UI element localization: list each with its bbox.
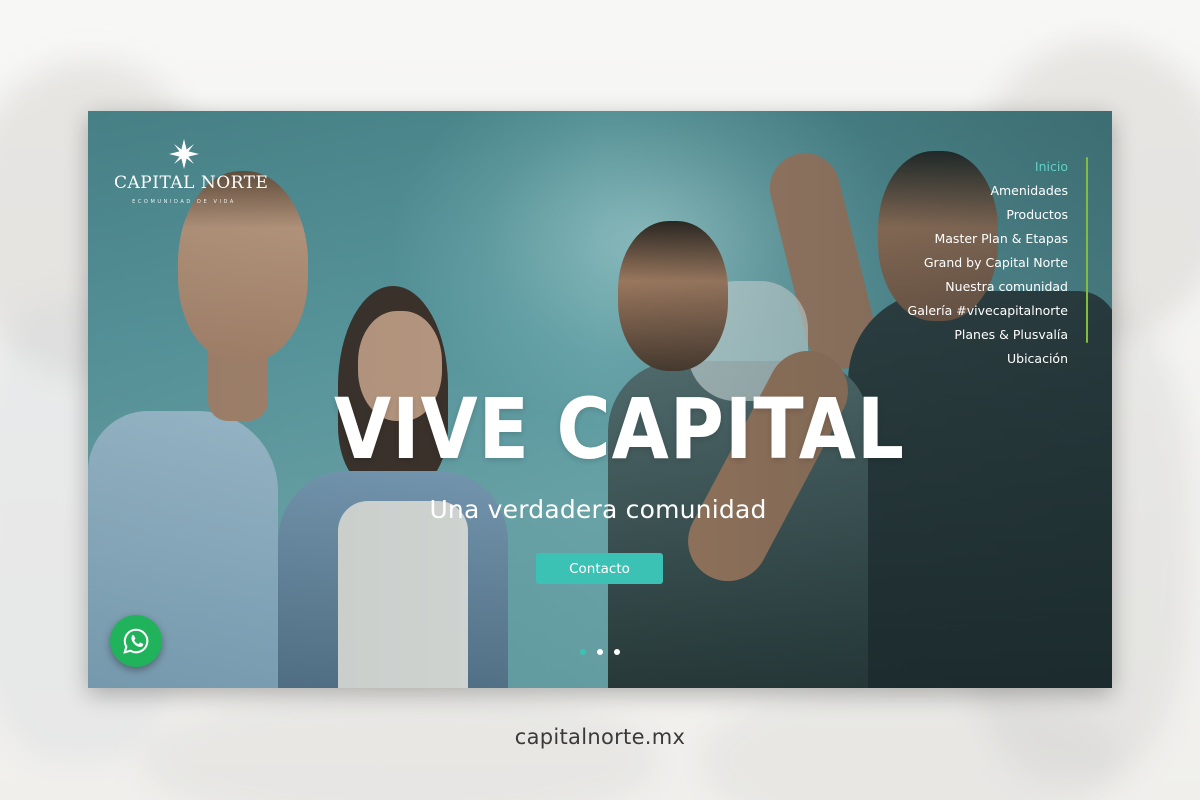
- nav-scroll-indicator: [1086, 157, 1088, 343]
- nav-item-productos[interactable]: Productos: [908, 203, 1068, 227]
- carousel-dot-1[interactable]: [580, 649, 586, 655]
- contact-button[interactable]: Contacto: [536, 553, 663, 584]
- carousel-dots: [580, 649, 620, 655]
- site-logo[interactable]: CAPITAL NORTE ECOMUNIDAD DE VIDA: [114, 139, 269, 205]
- nav-item-comunidad[interactable]: Nuestra comunidad: [908, 275, 1068, 299]
- nav-item-ubicacion[interactable]: Ubicación: [908, 347, 1068, 371]
- nav-item-inicio[interactable]: Inicio: [908, 155, 1068, 179]
- nav-item-grand[interactable]: Grand by Capital Norte: [908, 251, 1068, 275]
- main-nav: Inicio Amenidades Productos Master Plan …: [908, 155, 1068, 371]
- website-screenshot: CAPITAL NORTE ECOMUNIDAD DE VIDA Inicio …: [88, 111, 1112, 688]
- nav-item-planes[interactable]: Planes & Plusvalía: [908, 323, 1068, 347]
- hero-title: VIVE CAPITAL: [334, 380, 905, 478]
- website-url: capitalnorte.mx: [514, 725, 686, 749]
- whatsapp-icon: [123, 628, 149, 654]
- nav-item-master-plan[interactable]: Master Plan & Etapas: [908, 227, 1068, 251]
- carousel-dot-2[interactable]: [597, 649, 603, 655]
- whatsapp-button[interactable]: [110, 615, 162, 667]
- logo-name: CAPITAL NORTE: [114, 173, 269, 193]
- nav-item-galeria[interactable]: Galería #vivecapitalnorte: [908, 299, 1068, 323]
- logo-tagline: ECOMUNIDAD DE VIDA: [132, 199, 236, 205]
- hero-subtitle: Una verdadera comunidad: [429, 495, 767, 524]
- carousel-dot-3[interactable]: [614, 649, 620, 655]
- compass-star-icon: [169, 139, 199, 169]
- nav-item-amenidades[interactable]: Amenidades: [908, 179, 1068, 203]
